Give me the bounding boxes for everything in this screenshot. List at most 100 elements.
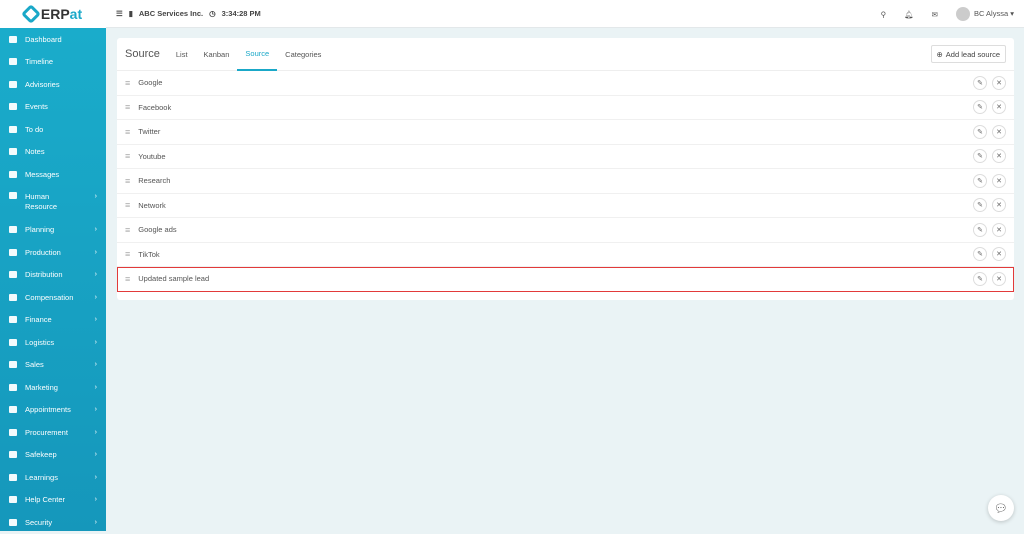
sidebar-item-label: Logistics [25, 337, 55, 347]
drag-handle-icon[interactable]: ≡ [125, 102, 130, 112]
drag-handle-icon[interactable]: ≡ [125, 274, 130, 284]
drag-handle-icon[interactable]: ≡ [125, 151, 130, 161]
current-time: 3:34:28 PM [221, 9, 261, 18]
close-icon: ✕ [996, 251, 1002, 259]
sidebar-item-marketing[interactable]: Marketing › [0, 376, 106, 399]
sidebar-item-timeline[interactable]: Timeline [0, 51, 106, 74]
edit-button[interactable]: ✎ [973, 222, 987, 237]
drag-handle-icon[interactable]: ≡ [125, 78, 130, 88]
delete-button[interactable]: ✕ [992, 100, 1006, 115]
edit-button[interactable]: ✎ [973, 173, 987, 188]
procurement-icon [9, 428, 17, 436]
sidebar-item-sales[interactable]: Sales › [0, 354, 106, 377]
sidebar-item-label: Notes [25, 147, 45, 157]
source-name: Research [138, 176, 171, 186]
add-lead-source-button[interactable]: ⊕ Add lead source [930, 45, 1006, 63]
sidebar-item-notes[interactable]: Notes [0, 141, 106, 164]
drag-handle-icon[interactable]: ≡ [125, 127, 130, 137]
delete-button[interactable]: ✕ [992, 75, 1006, 90]
edit-button[interactable]: ✎ [973, 198, 987, 213]
pencil-icon: ✎ [977, 275, 983, 283]
mail-icon[interactable]: ✉ [932, 10, 938, 19]
delete-button[interactable]: ✕ [992, 198, 1006, 213]
sidebar-item-dashboard[interactable]: Dashboard [0, 28, 106, 51]
sidebar-item-distribution[interactable]: Distribution › [0, 264, 106, 287]
sidebar-item-label: Safekeep [25, 450, 57, 460]
sidebar-item-label: Help Center [25, 495, 66, 505]
drag-handle-icon[interactable]: ≡ [125, 200, 130, 210]
security-icon [9, 518, 17, 526]
tab-categories[interactable]: Categories [277, 38, 329, 71]
sidebar-item-events[interactable]: Events [0, 96, 106, 119]
close-icon: ✕ [996, 202, 1002, 210]
close-icon: ✕ [996, 226, 1002, 234]
sidebar-item-compensation[interactable]: Compensation › [0, 286, 106, 309]
menu-toggle-icon[interactable]: ☰ [116, 9, 123, 18]
sidebar-item-security[interactable]: Security › [0, 511, 106, 534]
lead-source-panel: Source List Kanban Source Categories ⊕ Ad… [117, 38, 1014, 300]
search-icon[interactable]: ⚲ [881, 10, 887, 19]
drag-handle-icon[interactable]: ≡ [125, 249, 130, 259]
sidebar-item-procurement[interactable]: Procurement › [0, 421, 106, 444]
logo[interactable]: ERPat [0, 0, 106, 28]
sidebar-item-messages[interactable]: Messages [0, 163, 106, 186]
chevron-right-icon: › [94, 428, 97, 436]
sidebar-item-finance[interactable]: Finance › [0, 309, 106, 332]
clock-icon: ◷ [209, 9, 216, 18]
sidebar-item-label: Appointments [25, 405, 71, 415]
table-row: ≡ Facebook ✎ ✕ [117, 96, 1014, 120]
sidebar-item-human-resource[interactable]: Human Resource › [0, 186, 106, 219]
building-icon: ▮ [128, 9, 133, 18]
delete-button[interactable]: ✕ [992, 173, 1006, 188]
edit-button[interactable]: ✎ [973, 100, 987, 115]
table-row: ≡ Twitter ✎ ✕ [117, 120, 1014, 145]
sidebar-item-to-do[interactable]: To do [0, 118, 106, 141]
bell-icon[interactable]: 🔔︎ [904, 10, 914, 19]
chat-button[interactable]: 💬︎ [988, 495, 1014, 521]
tab-source[interactable]: Source [237, 38, 278, 71]
logo-text: ERP [40, 6, 70, 22]
drag-handle-icon[interactable]: ≡ [125, 176, 130, 186]
tab-list[interactable]: List [168, 38, 196, 71]
sidebar-item-label: Messages [25, 169, 60, 179]
delete-button[interactable]: ✕ [992, 271, 1006, 286]
sidebar-item-production[interactable]: Production › [0, 241, 106, 264]
sidebar-item-planning[interactable]: Planning › [0, 219, 106, 242]
delete-button[interactable]: ✕ [992, 124, 1006, 139]
close-icon: ✕ [996, 128, 1002, 136]
drag-handle-icon[interactable]: ≡ [125, 225, 130, 235]
table-row: ≡ Updated sample lead ✎ ✕ [117, 267, 1014, 292]
delete-button[interactable]: ✕ [992, 247, 1006, 262]
tab-kanban[interactable]: Kanban [196, 38, 238, 71]
close-icon: ✕ [996, 177, 1002, 185]
sidebar-item-logistics[interactable]: Logistics › [0, 331, 106, 354]
notes-icon [9, 148, 17, 156]
table-row: ≡ Research ✎ ✕ [117, 169, 1014, 194]
sidebar-item-advisories[interactable]: Advisories [0, 73, 106, 96]
edit-button[interactable]: ✎ [973, 75, 987, 90]
planning-icon [9, 226, 17, 234]
marketing-icon [9, 383, 17, 391]
company-name: ABC Services Inc. [138, 9, 204, 18]
sidebar-item-label: Procurement [25, 427, 68, 437]
sidebar-item-label: Sales [25, 360, 44, 370]
source-name: Google ads [138, 225, 177, 235]
chevron-right-icon: › [94, 451, 97, 459]
chat-icon: 💬︎ [994, 502, 1008, 515]
sidebar-item-help-center[interactable]: Help Center › [0, 489, 106, 512]
edit-button[interactable]: ✎ [973, 271, 987, 286]
chevron-right-icon: › [94, 248, 97, 256]
delete-button[interactable]: ✕ [992, 149, 1006, 164]
sidebar-item-learnings[interactable]: Learnings › [0, 466, 106, 489]
edit-button[interactable]: ✎ [973, 247, 987, 262]
sidebar-item-appointments[interactable]: Appointments › [0, 399, 106, 422]
delete-button[interactable]: ✕ [992, 222, 1006, 237]
edit-button[interactable]: ✎ [973, 124, 987, 139]
sidebar-item-label: Finance [25, 315, 52, 325]
logo-accent: at [69, 6, 83, 22]
sidebar-item-safekeep[interactable]: Safekeep › [0, 444, 106, 467]
edit-button[interactable]: ✎ [973, 149, 987, 164]
user-menu[interactable]: BC Alyssa ▾ [955, 7, 1014, 21]
events-icon [9, 103, 17, 111]
sidebar-item-label: To do [25, 124, 44, 134]
